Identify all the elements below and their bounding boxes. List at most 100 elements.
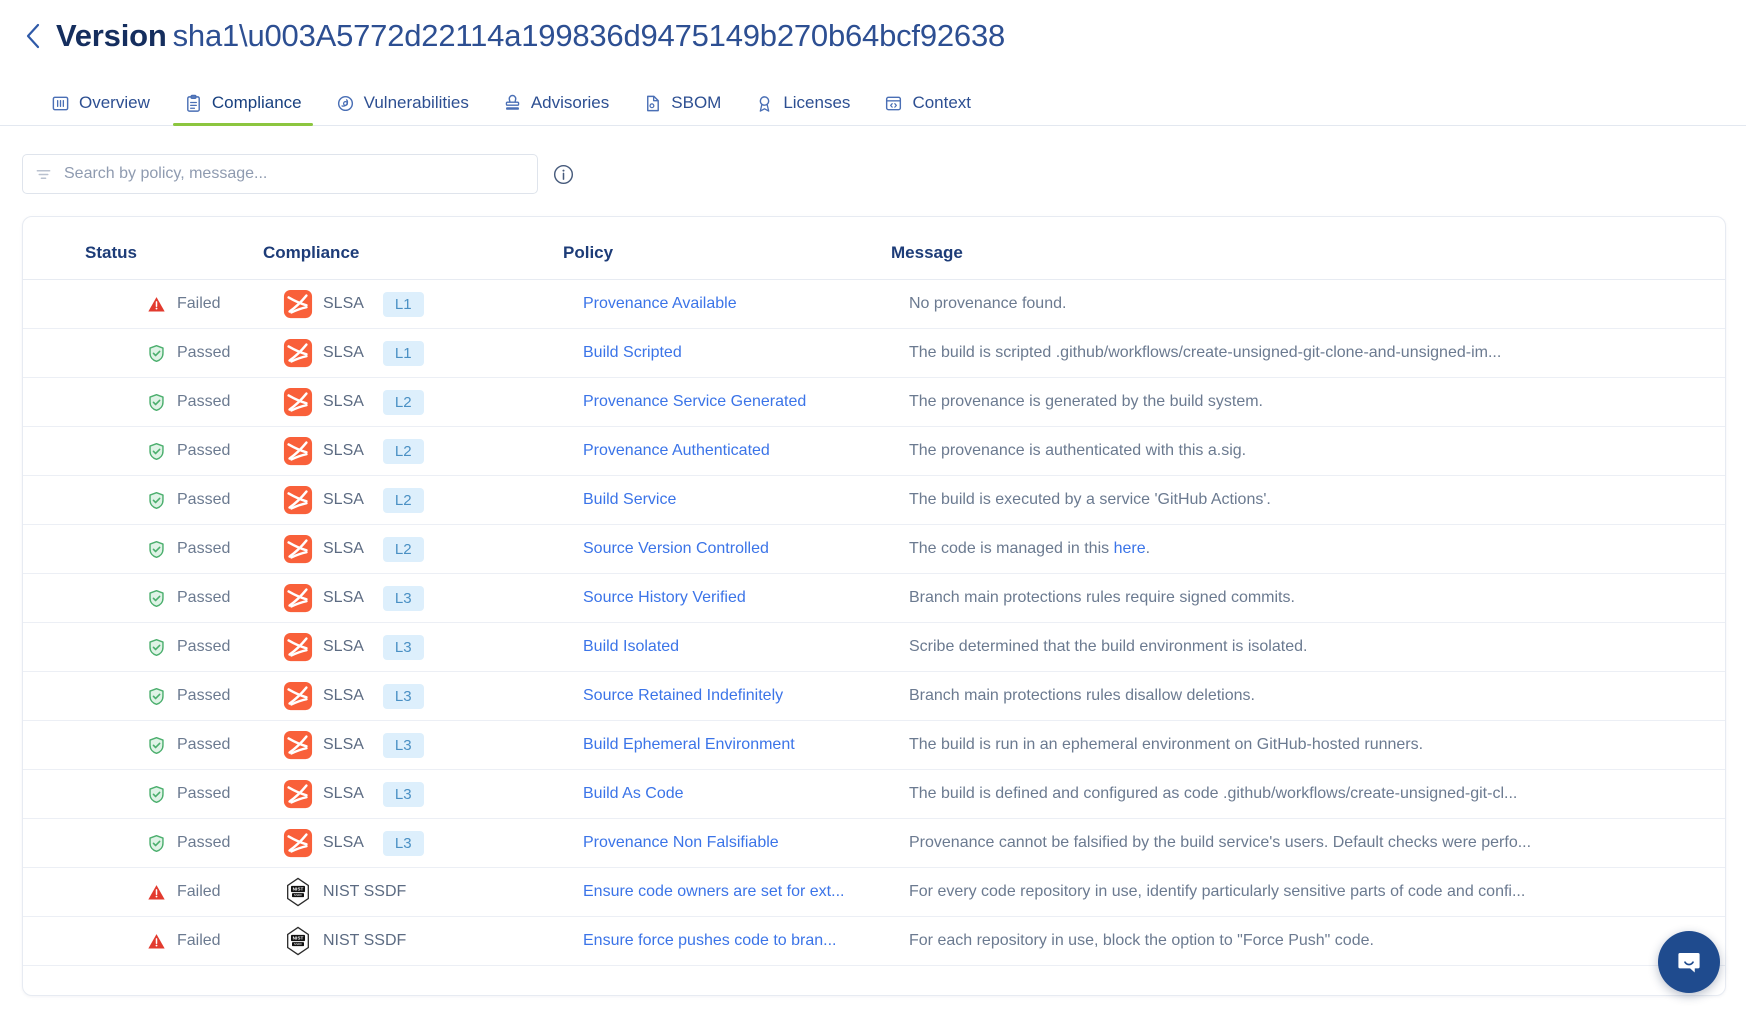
level-badge: L3 (382, 585, 424, 611)
page-header: Version sha1\u003A5772d22114a199836d94751… (0, 0, 1746, 64)
status-label: Failed (177, 932, 221, 949)
table-row[interactable]: Passed SLSA L2 Build Service The build is ex… (23, 475, 1725, 525)
table-row[interactable]: Failed SLSA L1 Provenance Available No prove… (23, 279, 1725, 329)
level-badge: L3 (382, 830, 424, 856)
framework-label: SLSA (323, 687, 364, 704)
table-row[interactable]: Passed SLSA L3 Source History Verified Branc… (23, 573, 1725, 623)
framework-label: SLSA (323, 540, 364, 557)
policy-link[interactable]: Source History Verified (563, 589, 873, 607)
info-circle-icon[interactable] (552, 163, 575, 186)
cell-policy: Ensure force pushes code to bran... (543, 916, 873, 966)
policy-link[interactable]: Ensure code owners are set for ext... (563, 883, 873, 901)
warning-triangle-icon (148, 884, 165, 900)
cell-compliance: SLSA L2 (243, 377, 543, 427)
cell-compliance: SLSA L1 (243, 279, 543, 329)
table-row[interactable]: Passed SLSA L2 Provenance Authenticated The … (23, 426, 1725, 476)
cell-compliance: SLSA L3 (243, 671, 543, 721)
tab-overview[interactable]: Overview (34, 93, 167, 125)
table-row[interactable]: Failed NIST SSDF NIST SSDF Ensure code owner… (23, 867, 1725, 917)
slsa-logo-icon (283, 681, 313, 711)
tab-advisories[interactable]: Advisories (486, 93, 626, 125)
policy-link[interactable]: Build Isolated (563, 638, 873, 656)
cell-compliance: SLSA L3 (243, 573, 543, 623)
table-row[interactable]: Failed NIST SSDF NIST SSDF Ensure force push… (23, 916, 1725, 966)
search-input[interactable] (62, 164, 525, 184)
slsa-logo-icon (283, 828, 313, 858)
message-text: The build is defined and configured as c… (909, 785, 1518, 802)
table-row[interactable]: Passed SLSA L3 Source Retained Indefinitely… (23, 671, 1725, 721)
policy-link[interactable]: Provenance Non Falsifiable (563, 834, 873, 852)
message-text: Provenance cannot be falsified by the bu… (909, 834, 1532, 851)
status-label: Passed (177, 589, 231, 606)
table-row[interactable]: Passed SLSA L3 Provenance Non Falsifiable Pr… (23, 818, 1725, 868)
cell-policy: Build Scripted (543, 328, 873, 378)
column-header-message: Message (873, 217, 1725, 280)
table-body: Failed SLSA L1 Provenance Available No prove… (23, 279, 1725, 966)
policy-link[interactable]: Build Service (563, 491, 873, 509)
slsa-logo-icon (283, 583, 313, 613)
policy-link[interactable]: Source Retained Indefinitely (563, 687, 873, 705)
book-icon (51, 94, 70, 113)
cell-status: Passed (23, 671, 243, 721)
compliance-page: Version sha1\u003A5772d22114a199836d94751… (0, 0, 1746, 1019)
table-row[interactable]: Passed SLSA L2 Provenance Service Generated… (23, 377, 1725, 427)
cell-compliance: NIST SSDF NIST SSDF (243, 916, 543, 966)
tab-advisories-label: Advisories (530, 93, 610, 112)
tab-licenses[interactable]: Licenses (738, 93, 867, 125)
cell-compliance: SLSA L3 (243, 818, 543, 868)
slsa-logo-icon (283, 632, 313, 662)
policy-link[interactable]: Build As Code (563, 785, 873, 803)
policy-link[interactable]: Provenance Authenticated (563, 442, 873, 460)
tab-sbom[interactable]: SBOM (626, 93, 738, 125)
cell-policy: Ensure code owners are set for ext... (543, 867, 873, 917)
svg-text:NIST: NIST (293, 887, 304, 892)
cell-policy: Build As Code (543, 769, 873, 819)
tab-compliance[interactable]: Compliance (167, 93, 319, 126)
policy-link[interactable]: Build Scripted (563, 344, 873, 362)
shield-check-icon (149, 540, 164, 558)
table-row[interactable]: Passed SLSA L3 Build As Code The build is de… (23, 769, 1725, 819)
cell-status: Passed (23, 769, 243, 819)
chat-bubble-icon[interactable] (1658, 931, 1720, 993)
cell-message: Branch main protections rules require si… (873, 573, 1725, 623)
table-row[interactable]: Passed SLSA L2 Source Version Controlled The… (23, 524, 1725, 574)
message-text: The build is scripted .github/workflows/… (909, 344, 1502, 361)
table-row[interactable]: Passed SLSA L3 Build Ephemeral Environment T… (23, 720, 1725, 770)
cell-message: The build is run in an ephemeral environ… (873, 720, 1725, 770)
policy-link[interactable]: Ensure force pushes code to bran... (563, 932, 873, 950)
cell-message: No provenance found. (873, 279, 1725, 329)
cell-status: Passed (23, 720, 243, 770)
cell-message: The provenance is authenticated with thi… (873, 426, 1725, 476)
status-label: Failed (177, 295, 221, 312)
table-row[interactable]: Passed SLSA L3 Build Isolated Scribe determi… (23, 622, 1725, 672)
policy-link[interactable]: Build Ephemeral Environment (563, 736, 873, 754)
filter-icon (35, 166, 52, 183)
message-link[interactable]: here (1114, 540, 1146, 557)
search-box[interactable] (22, 154, 538, 194)
clipboard-icon (184, 94, 203, 113)
policy-link[interactable]: Provenance Available (563, 295, 873, 313)
slsa-logo-icon (283, 387, 313, 417)
status-label: Passed (177, 834, 231, 851)
cell-policy: Source Retained Indefinitely (543, 671, 873, 721)
message-text: Branch main protections rules disallow d… (909, 687, 1255, 704)
shield-check-icon (149, 589, 164, 607)
column-header-policy: Policy (543, 217, 873, 280)
back-chevron-icon[interactable] (20, 19, 46, 53)
tab-vulnerabilities[interactable]: Vulnerabilities (319, 93, 486, 125)
framework-label: NIST SSDF (323, 932, 407, 949)
cell-message: For every code repository in use, identi… (873, 867, 1725, 917)
cell-compliance: SLSA L1 (243, 328, 543, 378)
framework-label: SLSA (323, 295, 364, 312)
status-label: Passed (177, 393, 231, 410)
tab-context[interactable]: Context (867, 93, 988, 125)
framework-label: SLSA (323, 736, 364, 753)
svg-text:NIST: NIST (293, 936, 304, 941)
cell-compliance: SLSA L3 (243, 769, 543, 819)
policy-link[interactable]: Provenance Service Generated (563, 393, 873, 411)
level-badge: L3 (382, 781, 424, 807)
table-row[interactable]: Passed SLSA L1 Build Scripted The build is s… (23, 328, 1725, 378)
policy-link[interactable]: Source Version Controlled (563, 540, 873, 558)
nist-ssdf-logo-icon: NISTSSDF (287, 877, 309, 907)
tab-licenses-label: Licenses (783, 93, 851, 112)
